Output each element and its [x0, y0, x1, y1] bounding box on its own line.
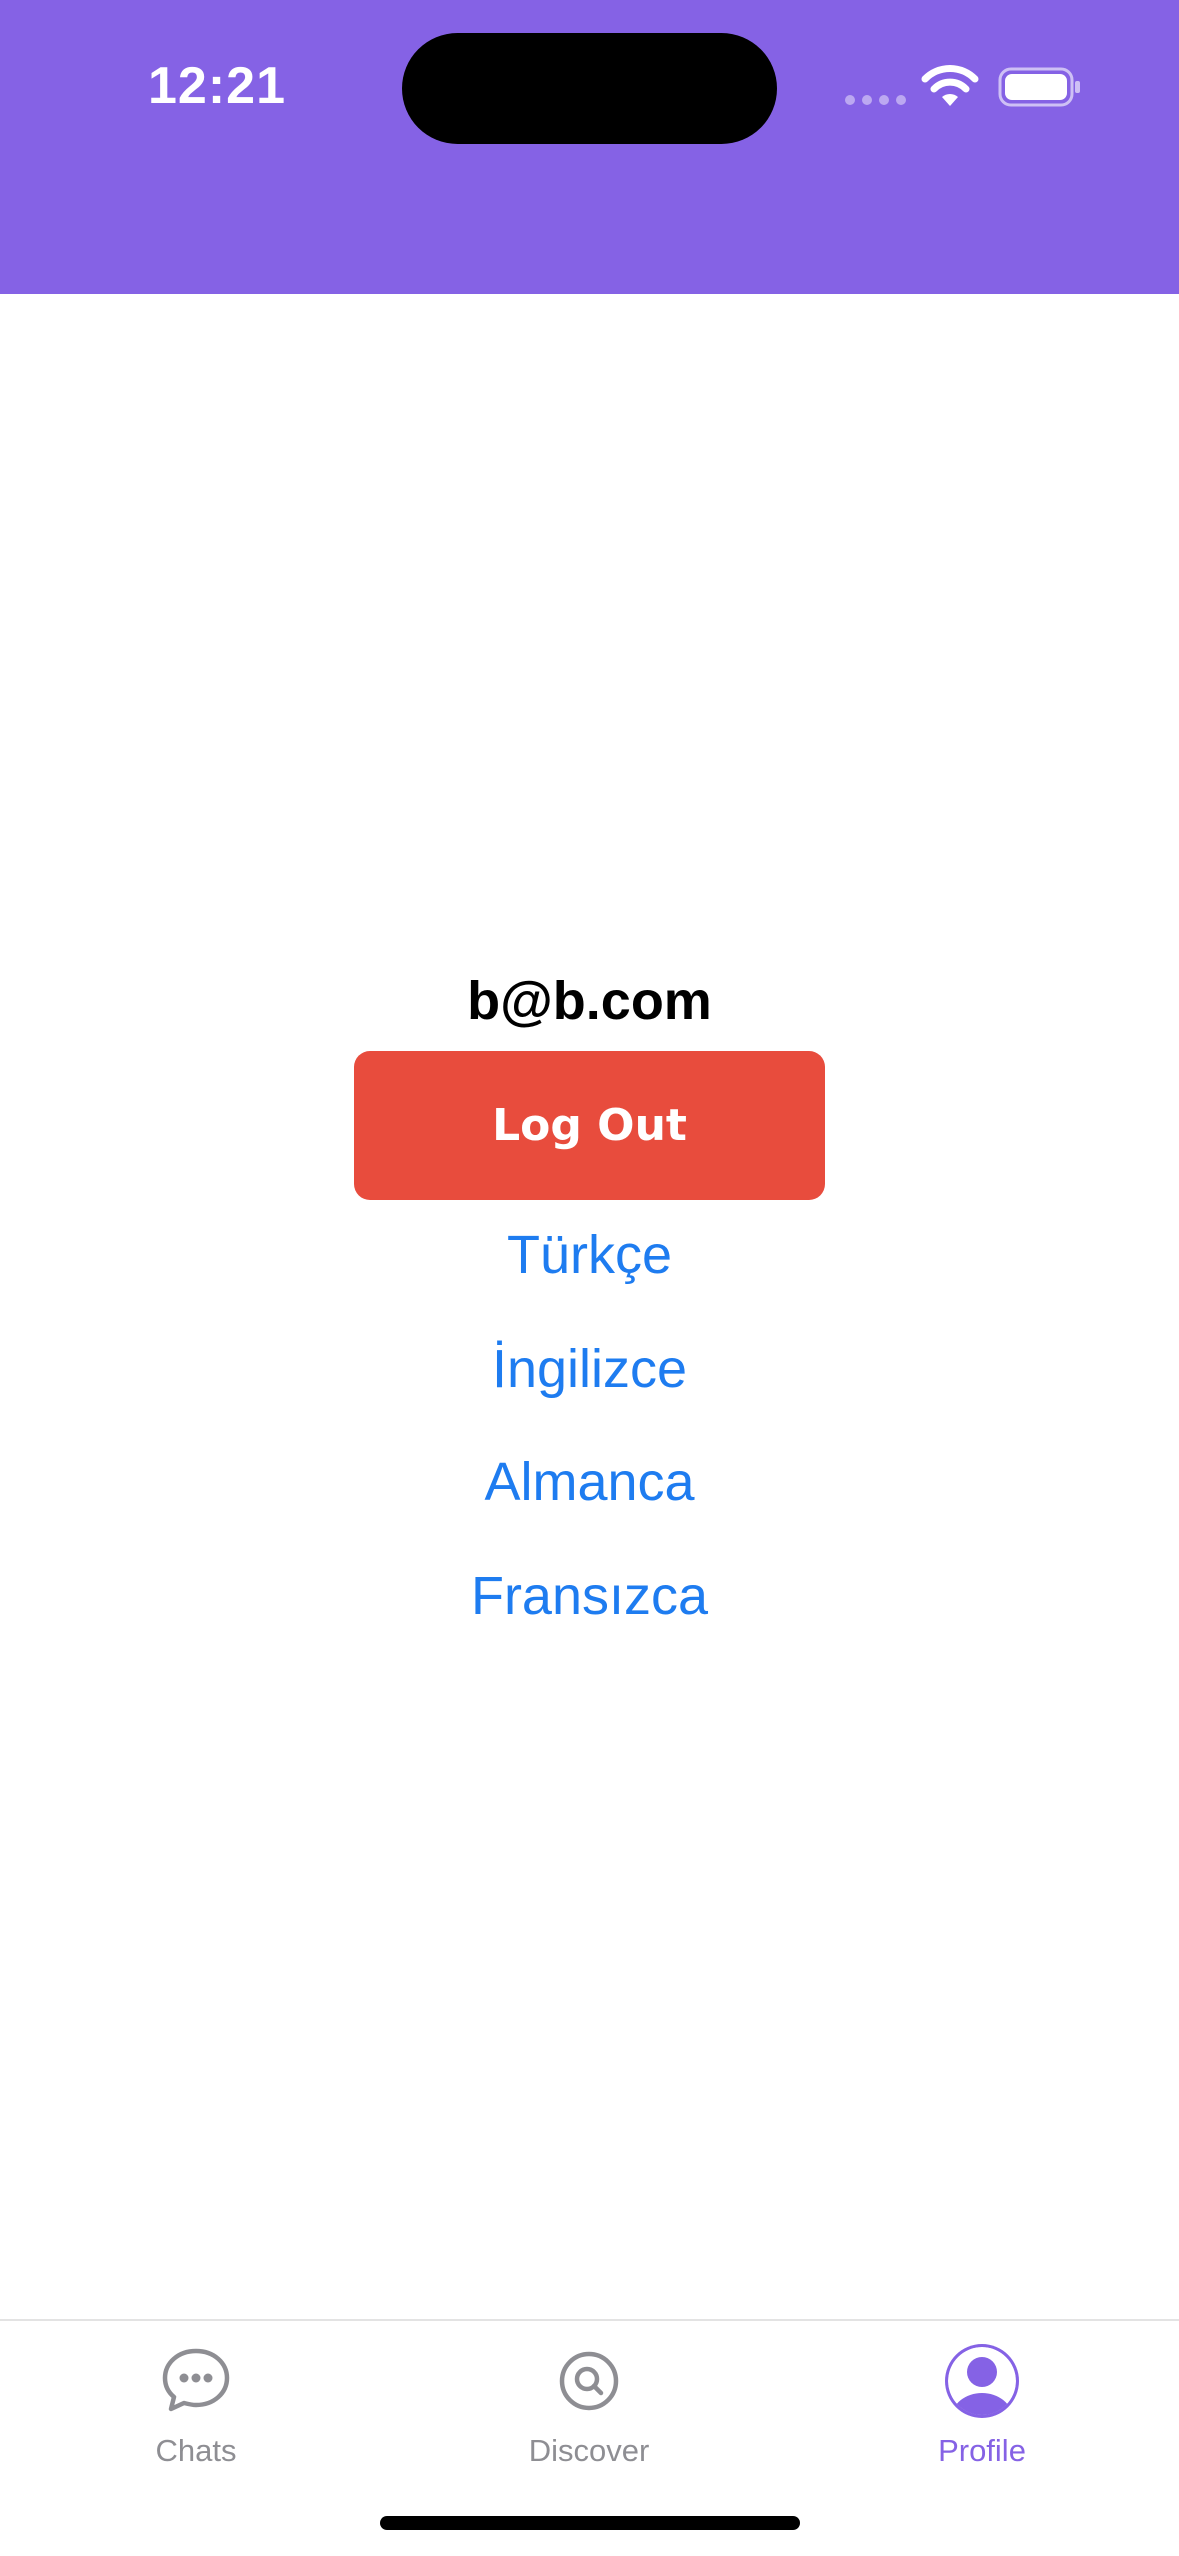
tab-profile[interactable]: Profile: [832, 2321, 1132, 2481]
wifi-icon: [921, 65, 979, 106]
language-english-link[interactable]: İngilizce: [0, 1338, 1179, 1400]
tab-chats[interactable]: Chats: [46, 2321, 346, 2481]
battery-icon: [998, 67, 1080, 107]
language-german-link[interactable]: Almanca: [0, 1451, 1179, 1513]
chat-bubble-icon: [162, 2348, 230, 2412]
tab-profile-label: Profile: [938, 2433, 1026, 2468]
dynamic-island: [402, 33, 777, 144]
home-indicator[interactable]: [380, 2516, 800, 2530]
header-bar: 12:21: [0, 0, 1179, 294]
search-circle-icon: [559, 2351, 619, 2411]
profile-screen: 12:21 b@b.com Log Out Türkçe İngilizce A…: [0, 0, 1179, 2556]
person-circle-icon: [945, 2344, 1019, 2418]
tab-chats-label: Chats: [155, 2433, 237, 2468]
language-french-link[interactable]: Fransızca: [0, 1565, 1179, 1627]
user-email: b@b.com: [467, 971, 712, 1031]
tab-discover-label: Discover: [528, 2433, 650, 2468]
status-time: 12:21: [148, 57, 286, 115]
language-turkish-link[interactable]: Türkçe: [0, 1224, 1179, 1286]
logout-button[interactable]: Log Out: [354, 1051, 825, 1200]
cellular-signal-icon: [845, 95, 906, 105]
tab-discover[interactable]: Discover: [439, 2321, 739, 2481]
